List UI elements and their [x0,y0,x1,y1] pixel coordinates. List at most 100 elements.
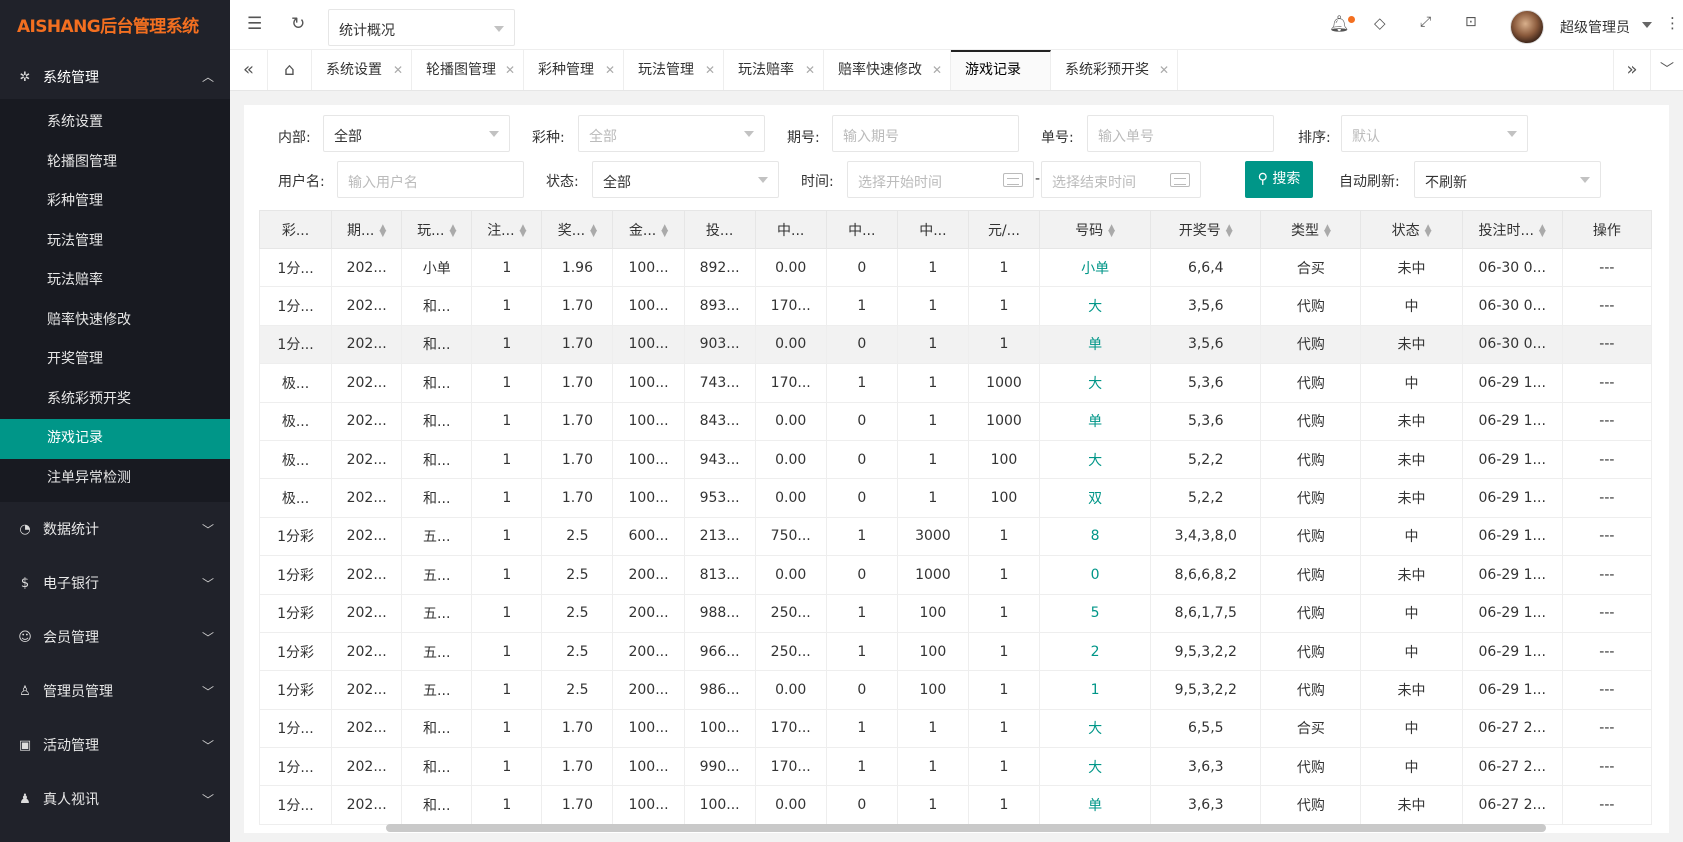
row-action-cell[interactable]: --- [1561,785,1653,825]
order-number-input[interactable]: 输入单号 [1087,115,1274,152]
table-row[interactable]: 极... 202... 和... 1 1.70 100... 743... 170... 1 1 1… [258,363,1653,403]
table-row[interactable]: 1分... 202... 和... 1 1.70 100... 903... 0.00 0 1 1 单… [258,324,1653,365]
sidebar-item-draw-management[interactable]: 开奖管理 [0,340,230,380]
menu-group-data-stats[interactable]: ◔ 数据统计 ﹀ [0,502,230,556]
column-header[interactable]: 注... ▲ ▼ [471,210,543,249]
table-row[interactable]: 极... 202... 和... 1 1.70 100... 953... 0.00 0 1 100… [258,478,1653,518]
sort-icon[interactable]: ▲ ▼ [1539,223,1546,238]
refresh-icon[interactable]: ↻ [291,14,305,34]
avatar[interactable] [1510,10,1544,44]
column-header[interactable]: 开奖号 ▲ ▼ [1150,210,1262,249]
horizontal-scrollbar[interactable] [386,824,1546,832]
tab-pre-draw[interactable]: 系统彩预开奖 ✕ [1051,50,1178,90]
tab-play-methods[interactable]: 玩法管理 ✕ [624,50,724,90]
username-input[interactable]: 输入用户名 [337,161,524,198]
menu-group-activities[interactable]: ▣ 活动管理 ﹀ [0,718,230,772]
row-action-cell[interactable]: --- [1561,247,1653,288]
sort-icon[interactable]: ▲ ▼ [520,223,527,238]
row-action-cell[interactable]: --- [1561,670,1653,710]
table-row[interactable]: 1分彩 202... 五... 1 2.5 200... 813... 0.00 0 1000 1 0… [258,555,1653,595]
sidebar-item-system-settings[interactable]: 系统设置 [0,103,230,143]
row-action-cell[interactable]: --- [1561,516,1653,557]
menu-group-admins[interactable]: ♙ 管理员管理 ﹀ [0,664,230,718]
table-row[interactable]: 1分彩 202... 五... 1 2.5 200... 966... 250... 1 100 1… [258,631,1653,672]
sidebar-item-carousel[interactable]: 轮播图管理 [0,143,230,183]
sort-icon[interactable]: ▲ ▼ [590,223,597,238]
tab-lottery-types[interactable]: 彩种管理 ✕ [524,50,624,90]
sidebar-item-play-methods[interactable]: 玩法管理 [0,222,230,262]
sidebar-item-lottery-types[interactable]: 彩种管理 [0,182,230,222]
close-icon[interactable]: ✕ [805,50,815,90]
table-row[interactable]: 1分彩 202... 五... 1 2.5 200... 988... 250... 1 100 1… [258,593,1653,633]
more-vertical-icon[interactable]: ⋮ [1665,14,1680,32]
menu-group-system[interactable]: ✲ 系统管理 ︿ [0,55,230,99]
menu-group-live-video[interactable]: ♟ 真人视讯 ﹀ [0,772,230,826]
tab-play-odds[interactable]: 玩法赔率 ✕ [724,50,824,90]
end-time-input[interactable]: 选择结束时间 [1041,161,1201,198]
sort-icon[interactable]: ▲ ▼ [661,223,668,238]
internal-select[interactable]: 全部 [323,115,510,152]
column-header[interactable]: 类型 ▲ ▼ [1260,210,1362,249]
user-name[interactable]: 超级管理员 [1560,17,1630,37]
row-action-cell[interactable]: --- [1561,401,1653,441]
tabs-scroll-right-icon[interactable]: » [1613,50,1651,90]
tabs-scroll-left-icon[interactable]: « [230,50,268,90]
tab-carousel[interactable]: 轮播图管理 ✕ [412,50,524,90]
home-icon[interactable]: ⌂ [268,50,312,90]
row-action-cell[interactable]: --- [1561,593,1653,633]
period-input[interactable]: 输入期号 [832,115,1019,152]
table-row[interactable]: 1分... 202... 小单 1 1.96 100... 892... 0.00 0 1 1 小单 6… [258,247,1653,288]
search-button[interactable]: ⚲ 搜索 [1245,161,1313,198]
tab-system-settings[interactable]: 系统设置 ✕ [312,50,412,90]
tabs-dropdown-icon[interactable]: ﹀ [1651,50,1683,90]
column-header[interactable]: 期... ▲ ▼ [331,210,403,249]
sort-icon[interactable]: ▲ ▼ [1226,223,1233,238]
sort-select[interactable]: 默认 [1341,115,1528,152]
sort-icon[interactable]: ▲ ▼ [1425,223,1432,238]
table-row[interactable]: 1分... 202... 和... 1 1.70 100... 100... 0.00 0 1 1 单… [258,785,1653,825]
auto-refresh-select[interactable]: 不刷新 [1414,161,1601,198]
menu-toggle-icon[interactable]: ☰ [247,14,262,34]
table-row[interactable]: 1分... 202... 和... 1 1.70 100... 100... 170... 1 1… [258,708,1653,749]
table-row[interactable]: 极... 202... 和... 1 1.70 100... 843... 0.00 0 1 100… [258,401,1653,441]
close-icon[interactable]: ✕ [1159,50,1169,90]
row-action-cell[interactable]: --- [1561,747,1653,787]
close-icon[interactable]: ✕ [705,50,715,90]
tab-game-records[interactable]: 游戏记录 [951,50,1051,90]
row-action-cell[interactable]: --- [1561,363,1653,403]
column-header[interactable]: 投注时... ▲ ▼ [1461,210,1563,249]
column-header[interactable]: 状态 ▲ ▼ [1360,210,1463,249]
row-action-cell[interactable]: --- [1561,439,1653,480]
sort-icon[interactable]: ▲ ▼ [379,223,386,238]
close-icon[interactable]: ✕ [393,50,403,90]
table-row[interactable]: 1分... 202... 和... 1 1.70 100... 893... 170... 1 1… [258,286,1653,326]
lock-icon[interactable]: ⊡ [1465,14,1477,30]
row-action-cell[interactable]: --- [1561,324,1653,365]
sidebar-item-bet-anomaly[interactable]: 注单异常检测 [0,459,230,499]
table-row[interactable]: 极... 202... 和... 1 1.70 100... 943... 0.00 0 1 100… [258,439,1653,480]
sort-icon[interactable]: ▲ ▼ [449,223,456,238]
sort-icon[interactable]: ▲ ▼ [1324,223,1331,238]
row-action-cell[interactable]: --- [1561,478,1653,518]
close-icon[interactable]: ✕ [932,50,942,90]
menu-group-bank[interactable]: $ 电子银行 ﹀ [0,556,230,610]
row-action-cell[interactable]: --- [1561,286,1653,326]
table-row[interactable]: 1分彩 202... 五... 1 2.5 600... 213... 750... 1 3000… [258,516,1653,557]
row-action-cell[interactable]: --- [1561,555,1653,595]
column-header[interactable]: 奖... ▲ ▼ [541,210,614,249]
column-header[interactable]: 金... ▲ ▼ [612,210,685,249]
tag-icon[interactable]: ◇ [1374,14,1386,32]
table-row[interactable]: 1分... 202... 和... 1 1.70 100... 990... 170... 1 1… [258,747,1653,787]
overview-select[interactable]: 统计概况 [328,9,515,46]
bell-icon[interactable]: 🔔︎ [1329,14,1349,33]
row-action-cell[interactable]: --- [1561,631,1653,672]
sidebar-item-pre-draw[interactable]: 系统彩预开奖 [0,380,230,420]
start-time-input[interactable]: 选择开始时间 [847,161,1034,198]
close-icon[interactable]: ✕ [605,50,615,90]
column-header[interactable]: 号码 ▲ ▼ [1039,210,1152,249]
tab-odds-quick-edit[interactable]: 赔率快速修改 ✕ [824,50,951,90]
close-icon[interactable]: ✕ [505,50,515,90]
sort-icon[interactable]: ▲ ▼ [1108,223,1115,238]
sidebar-item-game-records[interactable]: 游戏记录 [0,419,230,459]
table-row[interactable]: 1分彩 202... 五... 1 2.5 200... 986... 0.00 0 100 1 1 9… [258,670,1653,710]
